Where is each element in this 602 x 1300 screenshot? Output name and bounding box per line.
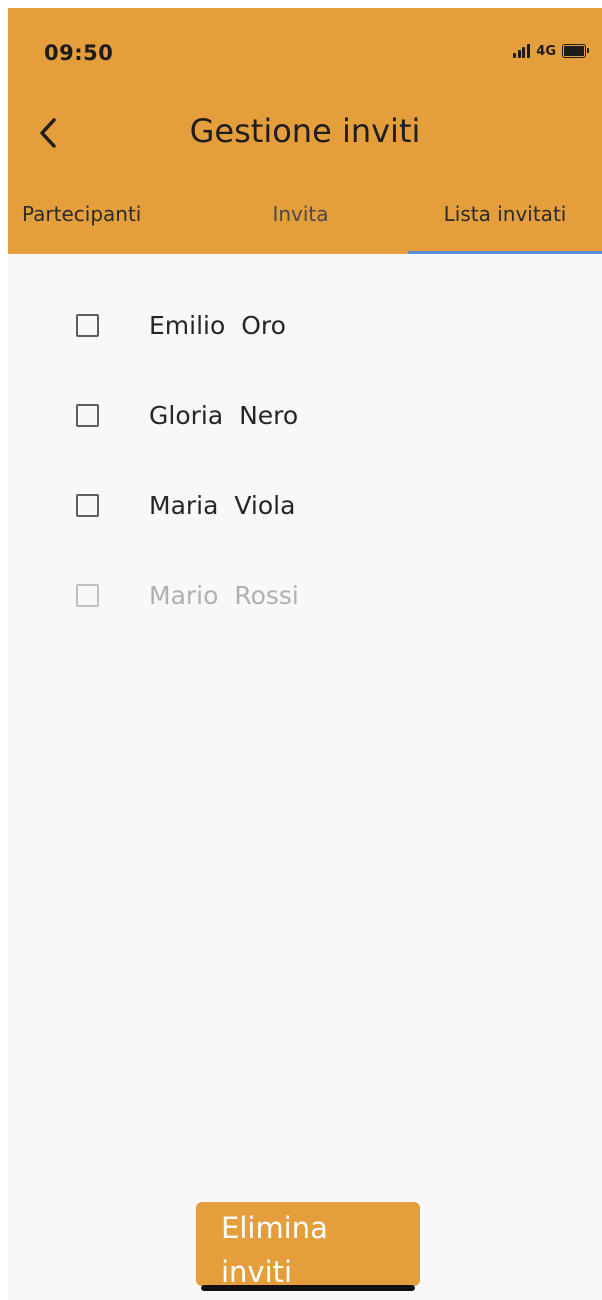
status-time: 09:50	[44, 41, 114, 65]
tab-bar: Partecipanti Invita Lista invitati	[8, 196, 602, 254]
checkbox	[76, 583, 99, 607]
invitee-first-name: Gloria	[149, 400, 224, 430]
invitee-last-name: Oro	[241, 310, 286, 340]
checkbox[interactable]	[76, 313, 99, 337]
delete-invites-button[interactable]: Elimina inviti	[196, 1202, 420, 1286]
network-label: 4G	[536, 43, 556, 59]
checkbox[interactable]	[76, 403, 99, 427]
list-item-disabled: Mario Rossi	[8, 565, 602, 625]
list-item[interactable]: Gloria Nero	[8, 385, 602, 445]
tab-invita[interactable]: Invita	[248, 196, 353, 254]
invitee-last-name: Nero	[239, 400, 299, 430]
page-title: Gestione inviti	[189, 112, 421, 150]
tab-partecipanti[interactable]: Partecipanti	[22, 196, 202, 254]
status-indicators: 4G	[513, 41, 589, 61]
invitee-first-name: Maria	[149, 490, 219, 520]
home-indicator[interactable]	[201, 1285, 415, 1291]
invitee-name: Mario Rossi	[149, 581, 299, 610]
phone-screen: 09:50 4G Gestione inviti Partecipanti In…	[8, 8, 602, 1300]
battery-icon	[562, 44, 589, 58]
chevron-left-icon	[40, 118, 56, 148]
delete-invites-label-line2: inviti	[221, 1255, 293, 1286]
invitee-last-name: Viola	[234, 490, 296, 520]
invitee-first-name: Mario	[149, 580, 219, 610]
back-button[interactable]	[28, 110, 68, 156]
invitee-name: Maria Viola	[149, 491, 295, 520]
invitee-name: Gloria Nero	[149, 401, 298, 430]
list-item[interactable]: Maria Viola	[8, 475, 602, 535]
list-item[interactable]: Emilio Oro	[8, 295, 602, 355]
invitee-name: Emilio Oro	[149, 311, 286, 340]
delete-invites-label-line1: Elimina	[221, 1211, 328, 1245]
tab-lista-invitati[interactable]: Lista invitati	[408, 196, 602, 254]
checkbox[interactable]	[76, 493, 99, 517]
app-header: 09:50 4G Gestione inviti Partecipanti In…	[8, 8, 602, 254]
signal-icon	[513, 44, 531, 58]
invitee-last-name: Rossi	[234, 580, 299, 610]
invitee-first-name: Emilio	[149, 310, 226, 340]
